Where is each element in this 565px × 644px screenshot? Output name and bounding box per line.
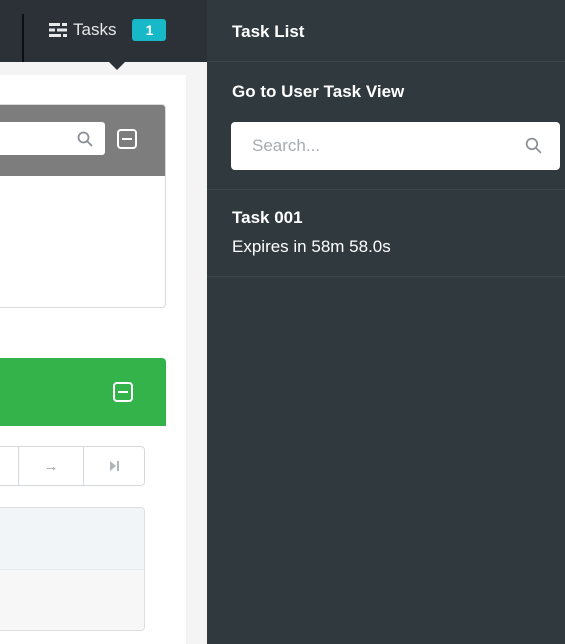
divider xyxy=(207,61,565,62)
pagination-cell[interactable] xyxy=(0,447,19,485)
last-page-icon xyxy=(110,461,119,471)
task-list-item[interactable]: Task 001 Expires in 58m 58.0s xyxy=(207,190,565,276)
top-navbar: Tasks 1 xyxy=(0,0,207,62)
collapse-icon[interactable] xyxy=(113,382,133,402)
task-list-panel: Task List Go to User Task View Task 001 … xyxy=(207,0,565,644)
pagination-bar: → xyxy=(0,446,145,486)
task-expiry: Expires in 58m 58.0s xyxy=(232,237,391,256)
user-task-view-link[interactable]: Go to User Task View xyxy=(232,82,404,102)
divider xyxy=(207,276,565,277)
next-page-button[interactable]: → xyxy=(19,447,84,485)
task-name: Task 001 xyxy=(232,208,303,227)
tasks-nav-button[interactable]: Tasks 1 xyxy=(49,0,189,62)
task-list-title: Task List xyxy=(232,22,305,41)
search-widget-header xyxy=(0,105,165,176)
search-icon[interactable] xyxy=(525,137,542,159)
table-widget-box: → xyxy=(0,358,166,644)
navbar-divider xyxy=(22,14,24,62)
dropdown-caret xyxy=(109,62,125,70)
data-grid xyxy=(0,507,145,631)
search-widget-box xyxy=(0,104,166,308)
widget-search-input[interactable] xyxy=(0,122,105,155)
tasks-count-badge: 1 xyxy=(132,19,167,41)
last-page-button[interactable] xyxy=(84,447,144,485)
search-icon[interactable] xyxy=(77,131,93,152)
collapse-icon[interactable] xyxy=(117,129,137,149)
table-widget-header xyxy=(0,358,166,426)
table-row[interactable] xyxy=(0,508,144,570)
arrow-right-icon: → xyxy=(43,457,59,475)
table-row[interactable] xyxy=(0,570,144,630)
task-search-input[interactable] xyxy=(231,122,560,170)
list-icon xyxy=(49,23,67,37)
tasks-nav-label: Tasks xyxy=(73,20,117,39)
